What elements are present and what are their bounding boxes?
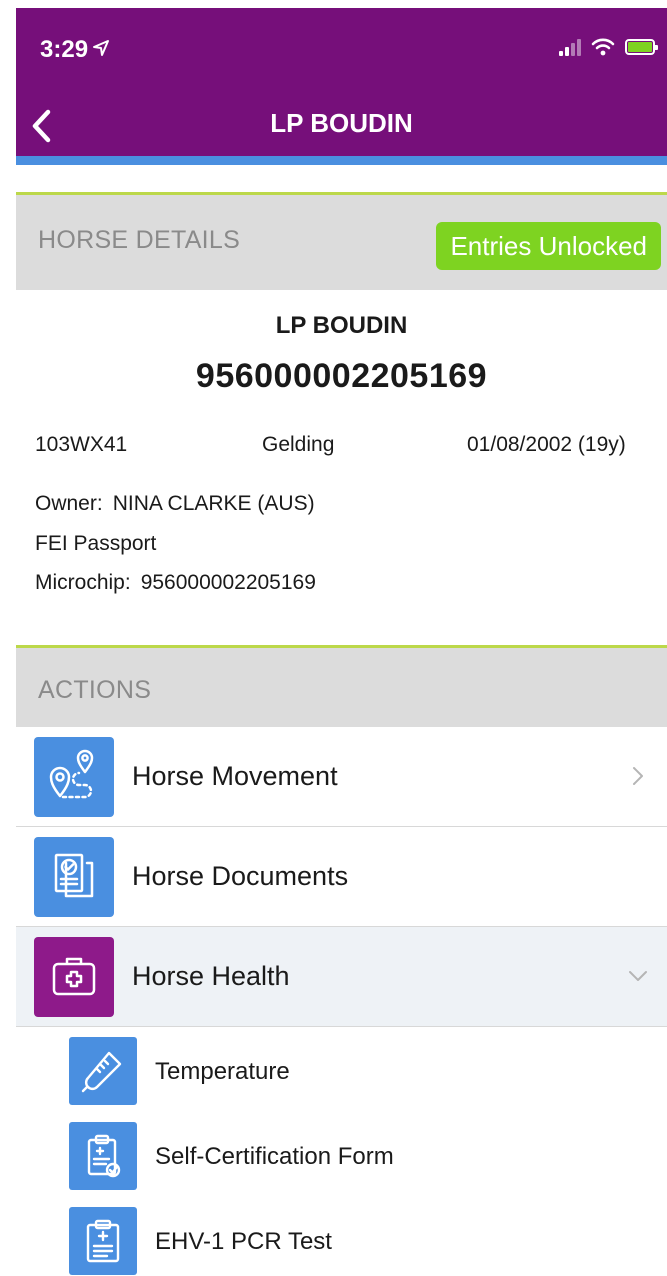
horse-details-header: HORSE DETAILS Entries Unlocked: [16, 195, 667, 290]
microchip-line: Microchip: 956000002205169: [35, 571, 316, 595]
ehv1-pcr-test-label: EHV-1 PCR Test: [155, 1228, 332, 1255]
medical-kit-icon: [34, 937, 114, 1017]
map-route-icon: [34, 737, 114, 817]
ehv1-pcr-test-item[interactable]: EHV-1 PCR Test: [16, 1199, 667, 1276]
passport-type: FEI Passport: [35, 532, 157, 555]
self-certification-label: Self-Certification Form: [155, 1143, 394, 1170]
horse-id-number: 956000002205169: [195, 357, 488, 395]
owner-value: NINA CLARKE (AUS): [112, 492, 315, 515]
temperature-label: Temperature: [155, 1058, 290, 1085]
actions-title: ACTIONS: [38, 676, 152, 704]
horse-health-row[interactable]: Horse Health: [16, 927, 667, 1027]
chevron-right-icon: [633, 767, 643, 785]
horse-movement-label: Horse Movement: [132, 761, 338, 791]
signal-icon: [559, 38, 581, 56]
horse-documents-row[interactable]: Horse Documents: [16, 827, 667, 927]
horse-movement-row[interactable]: Horse Movement: [16, 727, 667, 827]
horse-name: LP BOUDIN: [275, 312, 408, 339]
status-time: 3:29: [40, 36, 110, 64]
microchip-value: 956000002205169: [140, 571, 316, 594]
thermometer-icon: [69, 1037, 137, 1105]
chevron-down-icon: [629, 971, 647, 981]
date-of-birth: 01/08/2002 (19y): [467, 433, 626, 456]
clipboard-medical-icon: [69, 1207, 137, 1275]
actions-header: ACTIONS: [16, 648, 667, 727]
left-edge-margin: [0, 0, 16, 1276]
header-accent-strip: [16, 156, 667, 165]
documents-icon: [34, 837, 114, 917]
horse-health-label: Horse Health: [132, 961, 290, 991]
page-title: LP BOUDIN: [270, 108, 413, 138]
horse-sex: Gelding: [262, 433, 335, 456]
clipboard-check-icon: [69, 1122, 137, 1190]
temperature-item[interactable]: Temperature: [16, 1029, 667, 1113]
wifi-icon: [591, 38, 615, 56]
self-certification-item[interactable]: Self-Certification Form: [16, 1114, 667, 1198]
location-arrow-icon: [92, 39, 110, 63]
horse-documents-label: Horse Documents: [132, 861, 349, 891]
microchip-label: Microchip:: [35, 571, 131, 594]
horse-details-title: HORSE DETAILS: [38, 226, 241, 254]
owner-line: Owner: NINA CLARKE (AUS): [35, 492, 315, 516]
fei-id: 103WX41: [35, 433, 128, 456]
owner-label: Owner:: [35, 492, 103, 515]
status-icons: [559, 38, 658, 56]
entries-status-badge: Entries Unlocked: [436, 222, 661, 270]
battery-icon: [625, 39, 658, 55]
